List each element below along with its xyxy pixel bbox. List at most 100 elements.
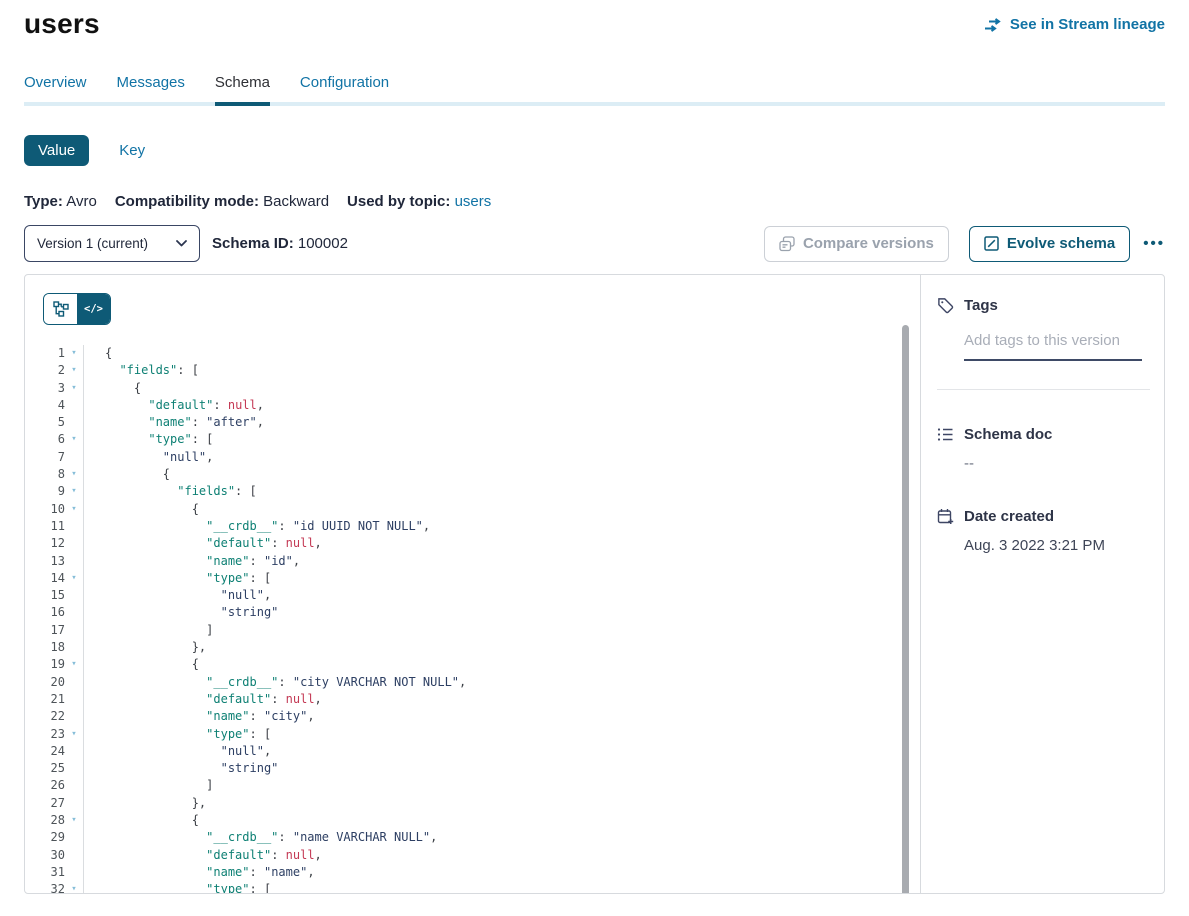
fold-toggle-icon[interactable]: ▾ (65, 466, 83, 483)
code-text: "name": "city", (83, 708, 920, 725)
tab-schema[interactable]: Schema (215, 74, 270, 106)
code-line: 9▾ "fields": [ (25, 483, 920, 500)
stream-lineage-label: See in Stream lineage (1010, 16, 1165, 33)
line-number: 17 (25, 622, 65, 639)
code-line: 21 "default": null, (25, 691, 920, 708)
code-text: "__crdb__": "id UUID NOT NULL", (83, 518, 920, 535)
fold-toggle-icon[interactable]: ▾ (65, 380, 83, 397)
code-text: "name": "name", (83, 864, 920, 881)
schema-doc-value: -- (964, 455, 1150, 472)
code-text: "__crdb__": "name VARCHAR NULL", (83, 829, 920, 846)
code-line: 29 "__crdb__": "name VARCHAR NULL", (25, 829, 920, 846)
schema-doc-icon (937, 426, 954, 443)
fold-toggle-icon[interactable]: ▾ (65, 501, 83, 518)
tab-configuration[interactable]: Configuration (300, 74, 389, 102)
tree-view-button[interactable] (44, 294, 77, 324)
version-select[interactable]: Version 1 (current) (24, 225, 200, 262)
line-number: 24 (25, 743, 65, 760)
code-line: 26 ] (25, 777, 920, 794)
value-toggle-button[interactable]: Value (24, 135, 89, 166)
code-text: { (83, 812, 920, 829)
tab-messages[interactable]: Messages (117, 74, 185, 102)
fold-spacer (65, 553, 83, 570)
page-header: users See in Stream lineage (24, 0, 1165, 40)
line-number: 1 (25, 345, 65, 362)
fold-spacer (65, 414, 83, 431)
line-number: 5 (25, 414, 65, 431)
code-scrollbar-thumb[interactable] (902, 325, 909, 893)
meta-type: Type: Avro (24, 193, 97, 210)
code-line: 25 "string" (25, 760, 920, 777)
code-view-button[interactable]: </> (77, 294, 110, 324)
code-text: { (83, 501, 920, 518)
compare-versions-button[interactable]: Compare versions (764, 226, 949, 262)
more-actions-button[interactable]: ••• (1143, 235, 1165, 252)
compare-versions-label: Compare versions (803, 235, 934, 252)
topic-link[interactable]: users (455, 193, 492, 210)
meta-type-value: Avro (66, 193, 97, 210)
schema-id: Schema ID: 100002 (212, 235, 348, 252)
line-number: 22 (25, 708, 65, 725)
date-created-heading-row: Date created (937, 508, 1150, 525)
code-line: 1▾{ (25, 345, 920, 362)
fold-toggle-icon[interactable]: ▾ (65, 362, 83, 379)
key-toggle-link[interactable]: Key (119, 142, 145, 159)
schema-page: users See in Stream lineage Overview Mes… (0, 0, 1189, 894)
fold-toggle-icon[interactable]: ▾ (65, 656, 83, 673)
code-line: 19▾ { (25, 656, 920, 673)
code-text: { (83, 656, 920, 673)
tags-heading-label: Tags (964, 297, 998, 314)
code-text: "__crdb__": "city VARCHAR NOT NULL", (83, 674, 920, 691)
code-text: ] (83, 777, 920, 794)
fold-toggle-icon[interactable]: ▾ (65, 812, 83, 829)
code-text: }, (83, 639, 920, 656)
code-text: "null", (83, 449, 920, 466)
evolve-schema-button[interactable]: Evolve schema (969, 226, 1130, 262)
sidebar-divider (937, 389, 1150, 390)
fold-spacer (65, 864, 83, 881)
fold-toggle-icon[interactable]: ▾ (65, 570, 83, 587)
fold-toggle-icon[interactable]: ▾ (65, 431, 83, 448)
code-line: 4 "default": null, (25, 397, 920, 414)
code-line: 28▾ { (25, 812, 920, 829)
code-line: 13 "name": "id", (25, 553, 920, 570)
code-line: 30 "default": null, (25, 847, 920, 864)
tab-bar: Overview Messages Schema Configuration (24, 74, 1165, 106)
schema-doc-heading-label: Schema doc (964, 426, 1052, 443)
line-number: 11 (25, 518, 65, 535)
fold-toggle-icon[interactable]: ▾ (65, 726, 83, 743)
fold-toggle-icon[interactable]: ▾ (65, 483, 83, 500)
code-line: 11 "__crdb__": "id UUID NOT NULL", (25, 518, 920, 535)
meta-compatibility: Compatibility mode: Backward (115, 193, 329, 210)
fold-spacer (65, 691, 83, 708)
fold-toggle-icon[interactable]: ▾ (65, 345, 83, 362)
code-text: "type": [ (83, 726, 920, 743)
line-number: 23 (25, 726, 65, 743)
code-line: 3▾ { (25, 380, 920, 397)
stream-lineage-link[interactable]: See in Stream lineage (984, 16, 1165, 33)
code-text: "null", (83, 743, 920, 760)
code-line: 10▾ { (25, 501, 920, 518)
code-line: 32▾ "type": [ (25, 881, 920, 893)
line-number: 4 (25, 397, 65, 414)
tags-input[interactable] (964, 332, 1142, 361)
line-number: 20 (25, 674, 65, 691)
code-line: 22 "name": "city", (25, 708, 920, 725)
fold-toggle-icon[interactable]: ▾ (65, 881, 83, 893)
line-number: 3 (25, 380, 65, 397)
page-title: users (24, 8, 100, 40)
fold-spacer (65, 535, 83, 552)
code-line: 20 "__crdb__": "city VARCHAR NOT NULL", (25, 674, 920, 691)
calendar-plus-icon (937, 508, 954, 525)
fold-spacer (65, 639, 83, 656)
code-lines: 1▾{2▾ "fields": [3▾ {4 "default": null,5… (25, 345, 920, 893)
stream-lineage-icon (984, 18, 1003, 32)
chevron-down-icon (176, 240, 187, 247)
tree-view-icon (53, 301, 69, 317)
code-text: { (83, 380, 920, 397)
code-text: "name": "id", (83, 553, 920, 570)
code-line: 5 "name": "after", (25, 414, 920, 431)
tab-overview[interactable]: Overview (24, 74, 87, 102)
code-line: 6▾ "type": [ (25, 431, 920, 448)
line-number: 28 (25, 812, 65, 829)
